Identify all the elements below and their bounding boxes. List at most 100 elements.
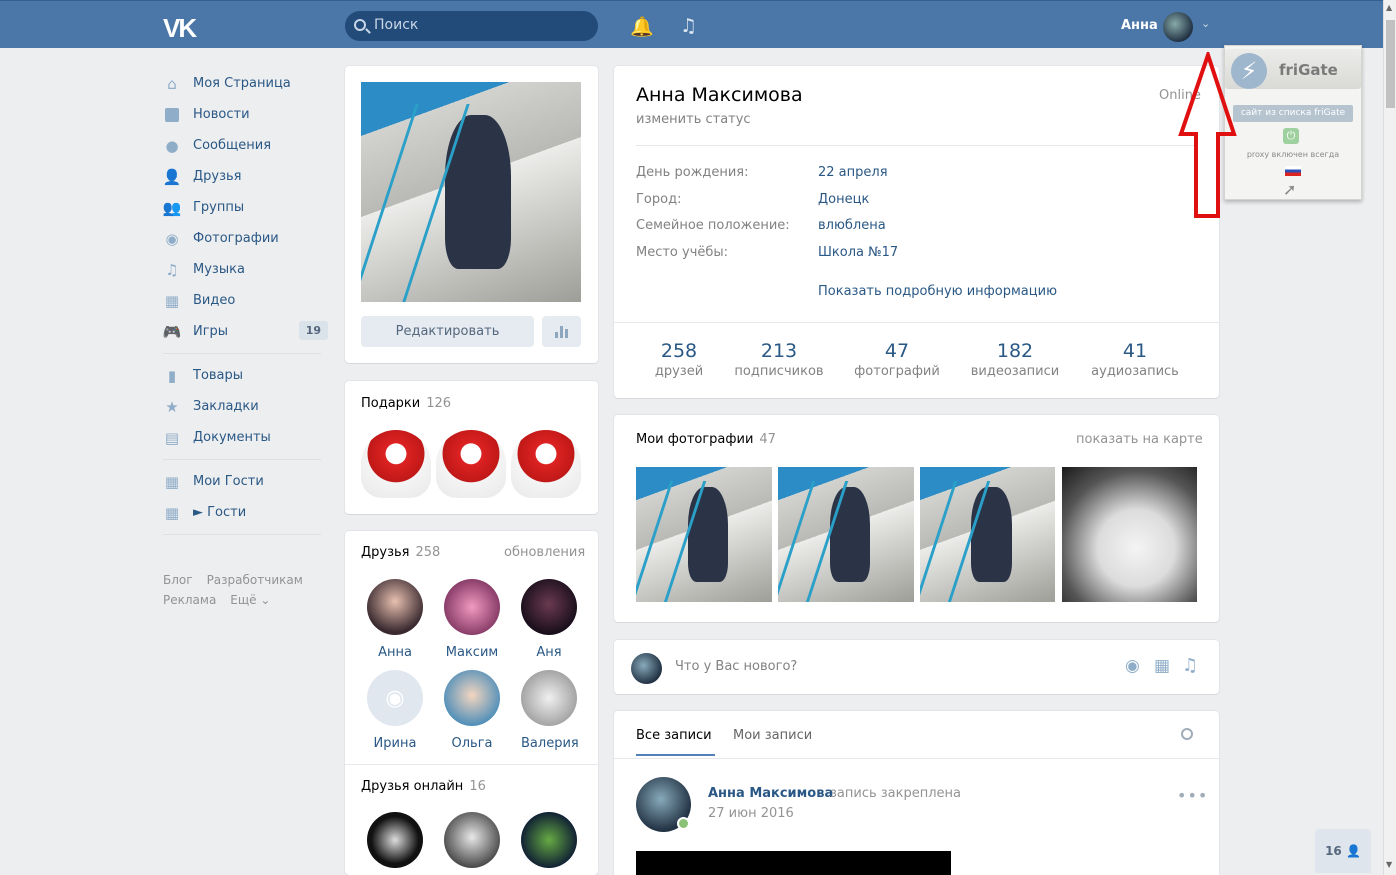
sidebar-item-goods[interactable]: ▮ Товары: [163, 360, 328, 391]
info-value[interactable]: 22 апреля: [818, 165, 888, 180]
friend-item[interactable]: Аня: [521, 579, 577, 660]
sidebar-item-my-guests[interactable]: ▦ Мои Гости: [163, 466, 328, 497]
footer-link-blog[interactable]: Блог: [163, 573, 193, 587]
friend-item[interactable]: ◉ Ирина: [367, 670, 423, 751]
stats-bar-icon: [555, 332, 558, 338]
post-author-name[interactable]: Анна Максимова: [708, 786, 833, 801]
tab-all-posts[interactable]: Все записи: [636, 728, 715, 756]
top-avatar[interactable]: [1163, 12, 1193, 42]
friends-online-title[interactable]: Друзья онлайн 16: [361, 779, 486, 794]
page-scrollbar[interactable]: ▲ ▼: [1383, 0, 1396, 875]
messages-icon: ●: [165, 136, 179, 155]
scroll-down-icon[interactable]: ▼: [1386, 860, 1392, 869]
bell-icon[interactable]: 🔔: [630, 15, 654, 38]
photo-thumb[interactable]: [920, 467, 1055, 602]
my-photos-title[interactable]: Мои фотографии 47: [636, 432, 776, 447]
footer-link-dev[interactable]: Разработчикам: [207, 573, 303, 587]
friend-item[interactable]: Анна: [367, 579, 423, 660]
arrow-up-icon[interactable]: ➚: [1283, 180, 1296, 199]
info-value[interactable]: Школа №17: [818, 245, 898, 260]
gifts-title[interactable]: Подарки 126: [361, 396, 451, 411]
video-icon[interactable]: ▦: [1154, 656, 1170, 676]
gift-image[interactable]: [511, 430, 581, 498]
gift-image[interactable]: [361, 430, 431, 498]
stat-followers[interactable]: 213 подписчиков: [731, 340, 827, 379]
games-count-badge: 19: [298, 321, 328, 340]
change-status-link[interactable]: изменить статус: [636, 112, 751, 127]
chevron-down-icon[interactable]: ⌄: [1201, 17, 1210, 30]
music-icon[interactable]: ♫: [680, 15, 697, 37]
stats-bar-icon: [560, 326, 563, 338]
left-nav: ⌂ Моя Страница Новости ● Сообщения 👤 Друзья…: [163, 68, 328, 541]
stat-friends[interactable]: 258 друзей: [645, 340, 713, 379]
music-icon[interactable]: ♫: [1182, 655, 1198, 676]
sidebar-item-groups[interactable]: 👥 Группы: [163, 192, 328, 223]
vk-logo[interactable]: VK: [163, 13, 197, 44]
friend-online-item[interactable]: [521, 812, 577, 868]
info-value[interactable]: Донецк: [818, 192, 869, 207]
photo-thumb[interactable]: [636, 467, 772, 602]
friend-online-item[interactable]: [444, 812, 500, 868]
photo-thumb[interactable]: [778, 467, 914, 602]
news-icon: [163, 106, 181, 124]
grid-icon: ▦: [164, 472, 180, 491]
sidebar-item-bookmarks[interactable]: ★ Закладки: [163, 391, 328, 422]
friend-item[interactable]: Ольга: [444, 670, 500, 751]
friend-avatar: [521, 579, 577, 635]
sidebar-item-photos[interactable]: ◉ Фотографии: [163, 223, 328, 254]
tab-my-posts[interactable]: Мои записи: [733, 728, 812, 743]
power-icon[interactable]: ⏻: [1283, 128, 1299, 144]
sidebar-item-friends[interactable]: 👤 Друзья: [163, 161, 328, 192]
profile-name: Анна Максимова: [636, 84, 803, 106]
top-bar: VK Поиск 🔔 ♫ Анна ⌄: [0, 0, 1383, 48]
search-input[interactable]: Поиск: [345, 11, 598, 41]
frigate-header[interactable]: ⚡ friGate: [1225, 49, 1361, 89]
camera-icon[interactable]: ◉: [1125, 656, 1140, 676]
friend-item[interactable]: Максим: [444, 579, 500, 660]
friend-item[interactable]: Валерия: [521, 670, 579, 751]
nav-divider: [163, 459, 321, 460]
post-content-image[interactable]: [636, 851, 951, 875]
post-date[interactable]: 27 июн 2016: [708, 806, 794, 821]
search-icon[interactable]: [1181, 728, 1193, 740]
camera-icon: ◉: [367, 670, 423, 726]
footer-link-ads[interactable]: Реклама: [163, 593, 216, 607]
sidebar-item-my-page[interactable]: ⌂ Моя Страница: [163, 68, 328, 99]
online-dot: [677, 817, 690, 830]
scroll-up-icon[interactable]: ▲: [1386, 3, 1392, 12]
top-user-name[interactable]: Анна: [1121, 18, 1158, 33]
photo-thumb[interactable]: [1062, 467, 1197, 602]
stat-photos[interactable]: 47 фотографий: [853, 340, 941, 379]
stats-button[interactable]: [542, 316, 581, 347]
friends-updates-link[interactable]: обновления: [504, 545, 585, 560]
edit-profile-button[interactable]: Редактировать: [361, 316, 534, 347]
stats-bar-icon: [565, 329, 568, 338]
gift-image[interactable]: [436, 430, 506, 498]
search-placeholder: Поиск: [374, 17, 419, 33]
more-options-icon[interactable]: •••: [1177, 786, 1208, 805]
post-input-placeholder[interactable]: Что у Вас нового?: [675, 659, 797, 674]
sidebar-item-documents[interactable]: ▤ Документы: [163, 422, 328, 453]
sidebar-item-guests[interactable]: ▦ ► Гости: [163, 497, 328, 528]
show-more-info-link[interactable]: Показать подробную информацию: [818, 284, 1057, 299]
avatar: [631, 653, 662, 684]
home-icon: ⌂: [167, 74, 177, 93]
friends-online-corner-badge[interactable]: 16 👤: [1315, 829, 1371, 873]
stat-audio[interactable]: 41 аудиозапись: [1088, 340, 1182, 379]
sidebar-item-messages[interactable]: ● Сообщения: [163, 130, 328, 161]
friends-title[interactable]: Друзья 258: [361, 545, 440, 560]
footer-links: Блог Разработчикам Реклама Ещё ⌄: [163, 570, 333, 610]
russia-flag-icon[interactable]: [1285, 166, 1301, 176]
sidebar-item-music[interactable]: ♫ Музыка: [163, 254, 328, 285]
friend-online-item[interactable]: [367, 812, 423, 868]
bag-icon: ▮: [167, 366, 177, 385]
sidebar-item-news[interactable]: Новости: [163, 99, 328, 130]
scroll-thumb[interactable]: [1386, 20, 1395, 108]
footer-link-more[interactable]: Ещё ⌄: [230, 593, 270, 607]
sidebar-item-video[interactable]: ▦ Видео: [163, 285, 328, 316]
sidebar-item-games[interactable]: 🎮 Игры 19: [163, 316, 328, 347]
show-on-map-link[interactable]: показать на карте: [1076, 432, 1203, 447]
info-value[interactable]: влюблена: [818, 218, 886, 233]
stat-videos[interactable]: 182 видеозаписи: [967, 340, 1063, 379]
profile-photo[interactable]: [361, 82, 581, 302]
